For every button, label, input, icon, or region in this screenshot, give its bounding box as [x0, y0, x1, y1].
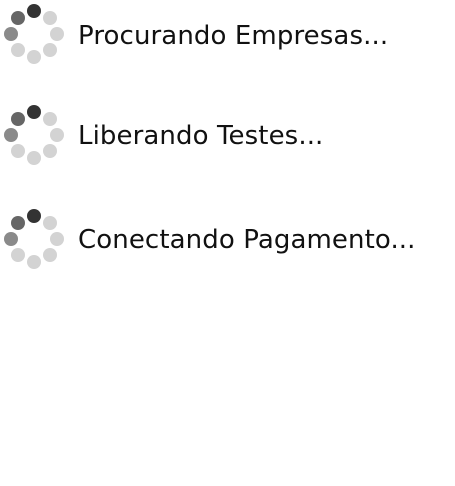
- loading-step: Conectando Pagamento...: [0, 207, 455, 269]
- loading-step: Liberando Testes...: [0, 103, 455, 165]
- loading-spinner-icon: [2, 103, 66, 167]
- loading-step-label: Liberando Testes...: [78, 121, 324, 151]
- loading-spinner-icon: [2, 207, 66, 271]
- loading-spinner-icon: [2, 2, 66, 66]
- loading-step-label: Conectando Pagamento...: [78, 225, 416, 255]
- loading-step: Procurando Empresas...: [0, 2, 455, 64]
- loading-step-label: Procurando Empresas...: [78, 21, 389, 51]
